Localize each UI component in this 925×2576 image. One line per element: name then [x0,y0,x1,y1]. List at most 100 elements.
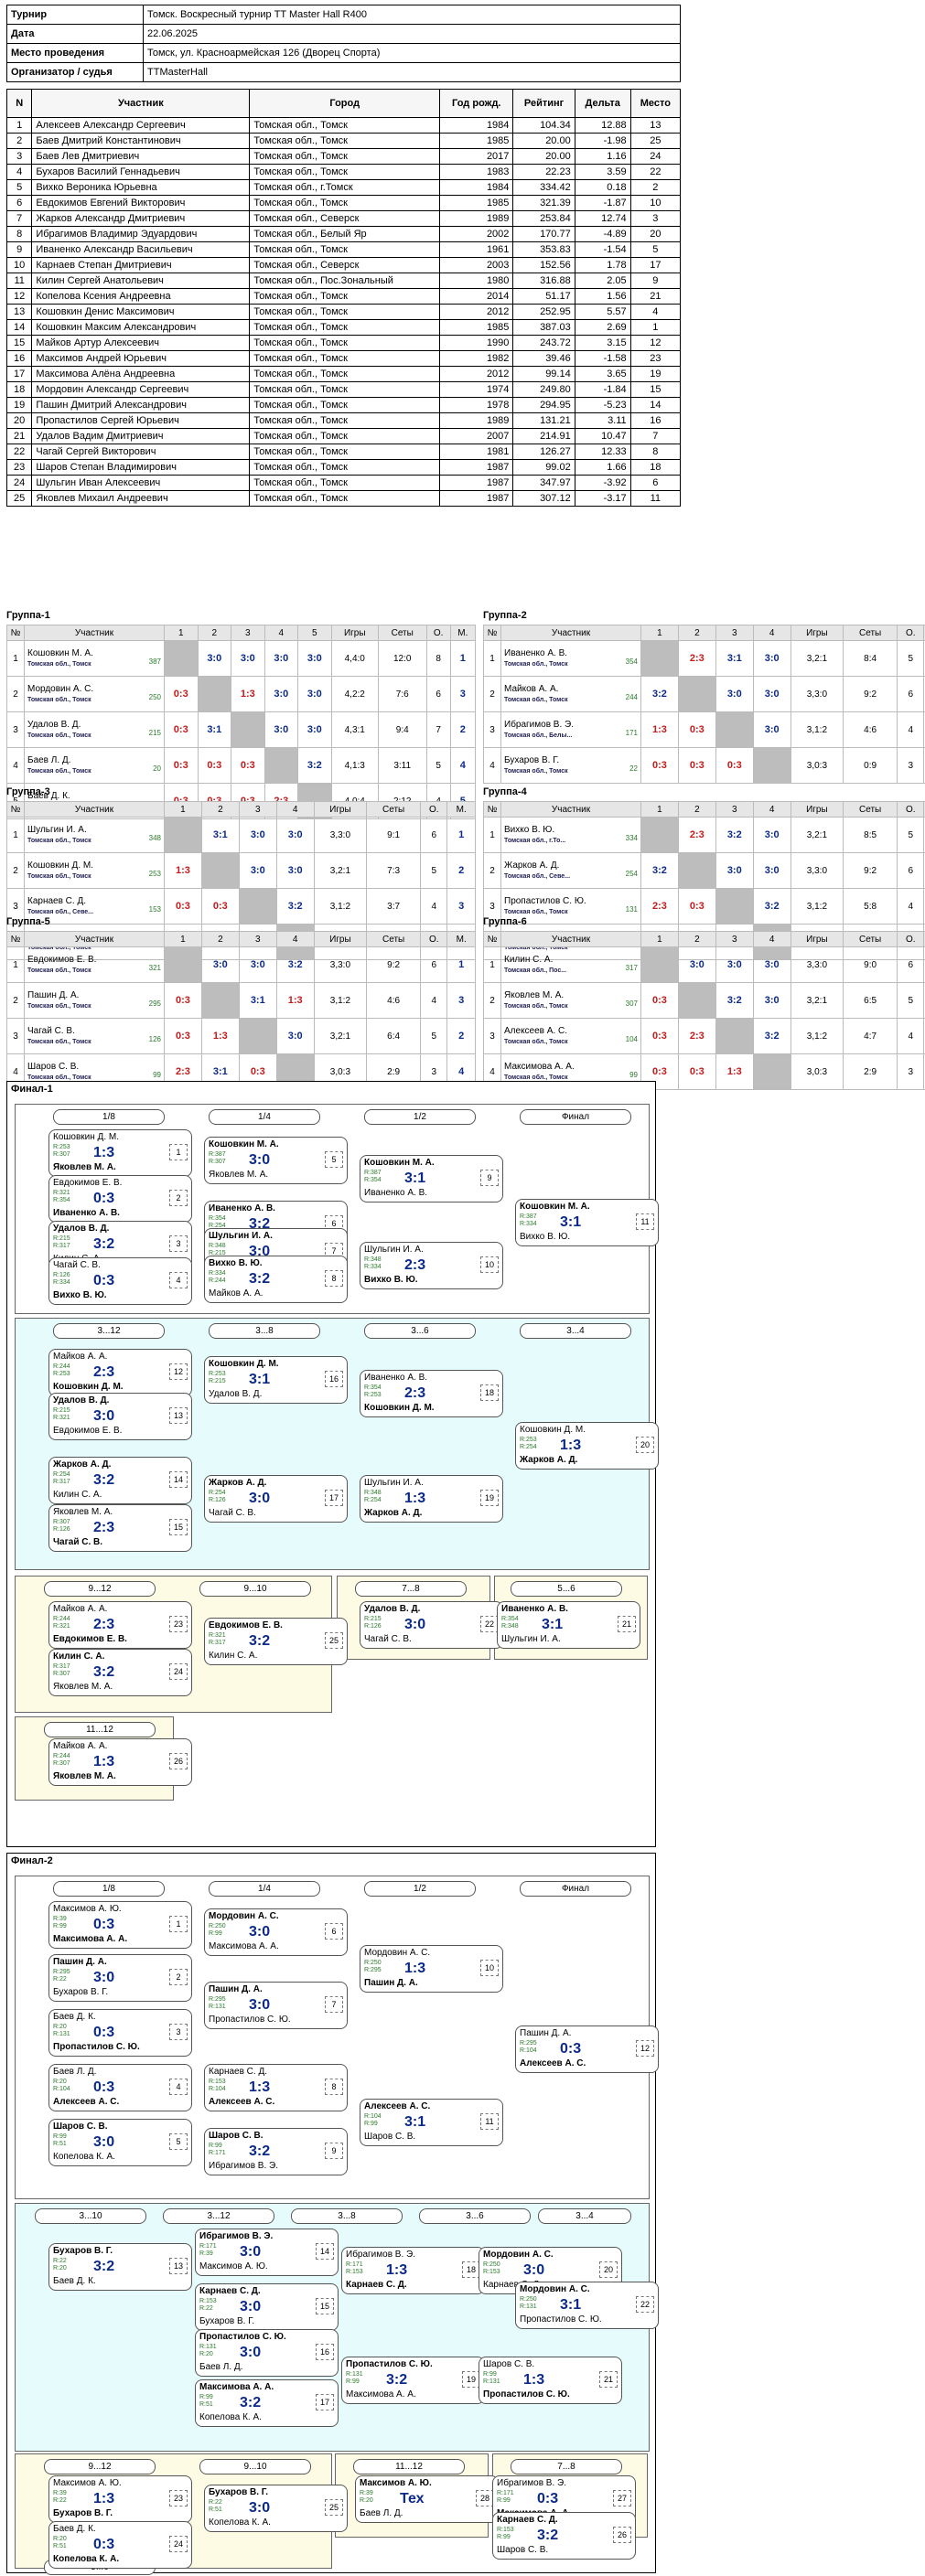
info-row: Организатор / судья TTMasterHall [6,62,681,82]
match-player-1: Иваненко А. В. [209,1203,275,1213]
group-row: 2 Майков А. А. Томская обл., Томск 244 3:2 3:… [483,676,925,712]
player-cell: Томская обл., г.Томск [249,179,441,196]
group-score: 0:3 [652,1066,667,1077]
match-result: 0:3 [93,1917,115,1932]
match-result: 3:0 [240,2299,262,2314]
group-table: №Участник1234ИгрыСетыО.М.1Килин С. А.Том… [483,931,925,1090]
group-score: 3:1 [212,829,228,840]
group-player: Кошовкин Д. М. Томская обл., Томск 253 [24,852,165,889]
info-key: Место проведения [6,43,144,63]
match-player-1: Карнаев С. Д. [199,2286,261,2296]
group-score-cell: 3:2 [275,946,315,983]
match-player-1: Евдокимов Е. В. [209,1620,283,1630]
group-row-number: 3 [483,1018,501,1054]
group-score-cell: 3:0 [752,640,791,677]
group-score: 3:1 [250,995,265,1006]
round-header: 5...6 [511,1581,622,1597]
group-score: 0:3 [173,760,188,771]
match-box: Майков А. А. R:244 R:321 2:3 23 Евдокимов Е. … [48,1601,192,1649]
group-self-cell [231,711,265,748]
match-box: Пашин Д. А. R:295 R:104 0:3 12 Алексеев А. С. [515,2026,659,2073]
match-result: 3:2 [386,2372,408,2388]
group-player: Удалов В. Д. Томская обл., Томск 215 [24,711,165,748]
round-header: 3...8 [291,2208,403,2224]
group-score: 3:0 [764,865,780,876]
group-sets: 3:11 [377,747,427,784]
player-cell: 23 [629,350,682,367]
match-ratings: R:348 R:334 [364,1256,382,1271]
match-number: 19 [462,2371,480,2388]
group-player-rating: 22 [629,764,638,773]
group-player-city: Томская обл., Томск [27,1074,91,1081]
player-cell: 19 [5,397,33,413]
group-score: 3:2 [652,689,667,700]
match-box: Жарков А. Д. R:254 R:317 3:2 14 Килин С. А. [48,1457,192,1504]
group-player: Ибрагимов В. Э. Томская обл., Белы... 171 [500,711,641,748]
match-rating-2: R:171 [209,2150,226,2156]
match-rating-2: R:295 [364,1967,382,1973]
match-result: 3:0 [404,1617,426,1632]
match-box: Максимова А. А. R:99 R:51 3:2 17 Копелова К. … [195,2379,339,2427]
match-player-1: Жарков А. Д. [53,1459,112,1470]
match-player-2: Кошовкин Д. М. [53,1382,124,1392]
player-cell: 16 [629,412,682,429]
player-cell: Максимов Андрей Юрьевич [31,350,251,367]
player-cell: Килин Сергей Анатольевич [31,273,251,289]
match-player-1: Максимов А. Ю. [53,2478,122,2488]
player-cell: Томская обл., Томск [249,490,441,507]
group-points: 6 [897,676,925,712]
match-number: 18 [480,1384,499,1401]
match-number: 12 [636,2040,654,2057]
player-cell: 5 [5,179,33,196]
group-player-city: Томская обл., Томск [27,873,91,880]
match-result: Тех [400,2491,425,2507]
match-box: Чагай С. В. R:126 R:334 0:3 4 Вихко В. Ю. [48,1257,192,1305]
group-place: 2 [458,1031,465,1042]
match-rating-1: R:317 [53,1663,70,1670]
group-score: 3:0 [240,653,255,664]
group-row: 1 Иваненко А. В. Томская обл., Томск 354 2:3… [483,640,925,677]
group-score: 3:0 [274,689,289,700]
group-score-cell: 3:2 [640,676,679,712]
player-cell: Томская обл., Томск [249,459,441,476]
match-rating-2: R:334 [364,1264,382,1270]
group-header-row: №Участник1234ИгрыСетыО.М. [483,801,925,818]
match-ratings: R:250 R:153 [483,2261,500,2276]
player-cell: 2012 [439,366,514,382]
match-player-1: Баев Д. К. [53,2012,96,2022]
match-player-2: Вихко В. Ю. [53,1290,107,1300]
match-ratings: R:250 R:131 [520,2296,537,2311]
player-cell: Томская обл., Томск [249,412,441,429]
player-cell: Карнаев Степан Дмитриевич [31,257,251,273]
group-score: 3:2 [287,959,303,970]
match-ratings: R:295 R:22 [53,1969,70,1983]
group-player-meta: Томская обл., Томск 215 [27,729,163,740]
match-box: Мордовин А. С. R:250 R:131 3:1 22 Пропастилов… [515,2282,659,2329]
player-cell: 24 [5,475,33,491]
group-score-cell: 3:0 [231,640,265,677]
match-result: 3:2 [93,2259,115,2274]
group-self-cell [264,747,299,784]
match-ratings: R:253 R:307 [53,1144,70,1159]
match-result: 3:1 [542,1617,564,1632]
group-col-header: 1 [640,931,679,947]
match-player-1: Удалов В. Д. [53,1224,110,1234]
group-score-cell: 2:3 [677,1018,716,1054]
match-rating-1: R:99 [209,2143,222,2149]
player-cell: Ибрагимов Владимир Эдуардович [31,226,251,242]
match-box: Баев Л. Д. R:20 R:104 0:3 4 Алексеев А. С. [48,2064,192,2111]
group-sets: 9:2 [843,852,898,889]
player-cell: Томская обл., Томск [249,195,441,211]
final-2-title: Финал-2 [11,1855,53,1866]
group-player: Алексеев А. С. Томская обл., Томск 104 [500,1018,641,1054]
player-cell: Вихко Вероника Юрьевна [31,179,251,196]
group-col-header: 2 [677,801,716,818]
match-box: Евдокимов Е. В. R:321 R:354 0:3 2 Иваненко А.… [48,1175,192,1223]
match-number: 22 [636,2296,654,2313]
player-cell: 152.56 [512,257,575,273]
match-box: Жарков А. Д. R:254 R:126 3:0 17 Чагай С. В. [204,1475,348,1523]
group-col-header: № [6,801,25,818]
group-self-cell [640,817,679,853]
group-player-name: Мордовин А. С. [27,684,94,694]
match-rating-1: R:254 [53,1471,70,1478]
